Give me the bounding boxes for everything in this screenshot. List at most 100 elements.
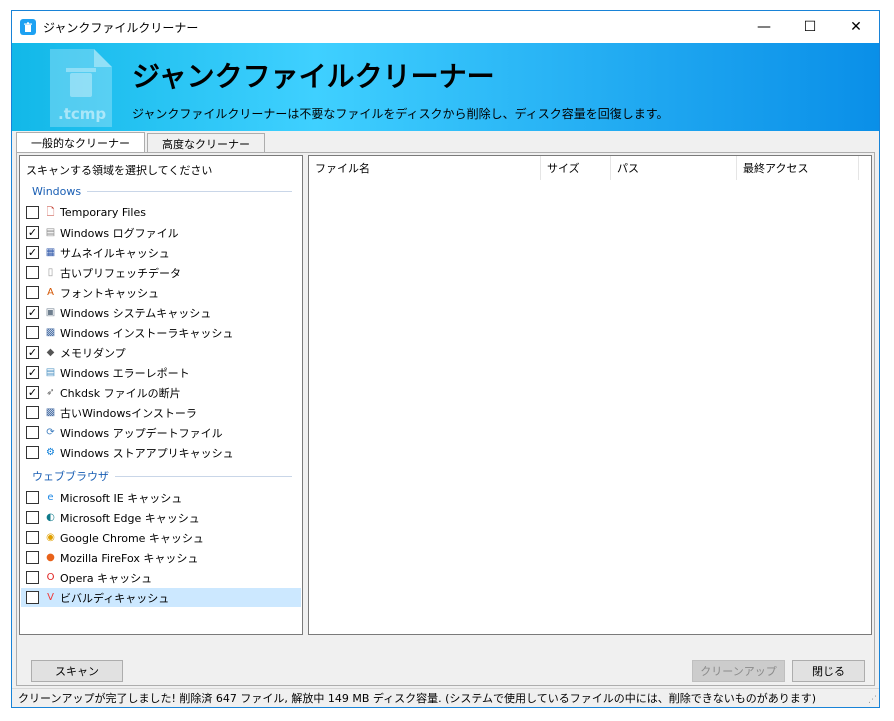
checkbox[interactable] xyxy=(26,266,39,279)
tab-general-cleaner[interactable]: 一般的なクリーナー xyxy=(16,132,145,153)
status-bar: クリーンアップが完了しました! 削除済 647 ファイル, 解放中 149 MB… xyxy=(12,688,879,707)
scan-item[interactable]: O Opera キャッシュ xyxy=(21,568,301,587)
checkbox[interactable] xyxy=(26,406,39,419)
scan-item-label: メモリダンプ xyxy=(60,346,126,360)
scan-item-label: Microsoft IE キャッシュ xyxy=(60,491,183,505)
scan-item[interactable]: ✓ ▤ Windows エラーレポート xyxy=(21,363,301,382)
checkbox[interactable]: ✓ xyxy=(26,246,39,259)
checkbox[interactable] xyxy=(26,591,39,604)
checkbox[interactable] xyxy=(26,426,39,439)
scan-item[interactable]: ⟳ Windows アップデートファイル xyxy=(21,423,301,442)
close-button[interactable]: 閉じる xyxy=(792,660,865,682)
scan-item-label: Windows システムキャッシュ xyxy=(60,306,212,320)
checkbox[interactable]: ✓ xyxy=(26,306,39,319)
scan-item-label: フォントキャッシュ xyxy=(60,286,159,300)
scan-item[interactable]: ✓ ▦ サムネイルキャッシュ xyxy=(21,243,301,262)
checkbox[interactable]: ✓ xyxy=(26,366,39,379)
status-text: クリーンアップが完了しました! 削除済 647 ファイル, 解放中 149 MB… xyxy=(18,692,817,705)
scan-item[interactable]: A フォントキャッシュ xyxy=(21,283,301,302)
checkbox[interactable] xyxy=(26,571,39,584)
store-icon: ⚙ xyxy=(46,446,55,458)
update-icon: ⟳ xyxy=(46,426,55,438)
opera-icon: O xyxy=(46,571,55,583)
ie-icon: e xyxy=(47,491,54,503)
title-bar: ジャンクファイルクリーナー — ☐ ✕ xyxy=(12,11,879,43)
scan-item-label: Windows エラーレポート xyxy=(60,366,190,380)
scan-item[interactable]: 🗋 Temporary Files xyxy=(21,203,301,222)
resize-grip-icon[interactable]: ⋰ xyxy=(868,695,877,705)
font-icon: A xyxy=(47,286,54,298)
group-label-0: Windows xyxy=(32,184,292,198)
group-label-1: ウェブブラウザ xyxy=(32,469,292,483)
checkbox[interactable] xyxy=(26,491,39,504)
scan-item[interactable]: ▯ 古いプリフェッチデータ xyxy=(21,263,301,282)
old-installer-icon: ▩ xyxy=(45,406,56,418)
scan-item[interactable]: ✓ ➶ Chkdsk ファイルの断片 xyxy=(21,383,301,402)
scan-item[interactable]: ⚙ Windows ストアアプリキャッシュ xyxy=(21,443,301,462)
banner-description: ジャンクファイルクリーナーは不要なファイルをディスクから削除し、ディスク容量を回… xyxy=(132,107,669,121)
checkbox[interactable] xyxy=(26,511,39,524)
tcmp-label: .tcmp xyxy=(58,105,107,123)
group-divider xyxy=(87,190,292,192)
firefox-icon: ● xyxy=(46,551,55,563)
window-title: ジャンクファイルクリーナー xyxy=(43,20,199,35)
close-window-button[interactable]: ✕ xyxy=(833,11,879,43)
scan-item[interactable]: ▩ 古いWindowsインストーラ xyxy=(21,403,301,422)
scan-item-label: 古いプリフェッチデータ xyxy=(60,266,181,280)
scan-item-label: Windows アップデートファイル xyxy=(60,426,223,440)
checkbox[interactable] xyxy=(26,206,39,219)
error-report-icon: ▤ xyxy=(45,366,56,378)
scan-item[interactable]: ◉ Google Chrome キャッシュ xyxy=(21,528,301,547)
scan-item[interactable]: ✓ ◆ メモリダンプ xyxy=(21,343,301,362)
scan-button[interactable]: スキャン xyxy=(31,660,123,682)
scan-item-label: 古いWindowsインストーラ xyxy=(60,406,197,420)
group-label-text: ウェブブラウザ xyxy=(32,470,109,483)
scan-item[interactable]: ● Mozilla FireFox キャッシュ xyxy=(21,548,301,567)
system-cache-icon: ▣ xyxy=(45,306,56,318)
tab-panel: スキャンする領域を選択してください Windows 🗋 Temporary File… xyxy=(16,152,875,686)
checkbox[interactable] xyxy=(26,326,39,339)
log-file-icon: ▤ xyxy=(45,226,56,238)
group-label-text: Windows xyxy=(32,184,82,198)
checkbox[interactable] xyxy=(26,531,39,544)
column-header-path[interactable]: パス xyxy=(611,156,737,180)
scan-item-label: Google Chrome キャッシュ xyxy=(60,531,204,545)
scan-item-label: ビバルディキャッシュ xyxy=(60,591,170,605)
scan-area-list[interactable]: スキャンする領域を選択してください Windows 🗋 Temporary File… xyxy=(19,155,303,635)
scan-item[interactable]: ✓ ▤ Windows ログファイル xyxy=(21,223,301,242)
scan-area-heading: スキャンする領域を選択してください xyxy=(26,164,213,177)
chrome-icon: ◉ xyxy=(46,531,55,543)
tab-strip: 一般的なクリーナー 高度なクリーナー xyxy=(16,132,267,153)
maximize-button[interactable]: ☐ xyxy=(787,11,833,43)
memory-dump-icon: ◆ xyxy=(46,346,55,358)
header-banner: .tcmp ジャンクファイルクリーナー ジャンクファイルクリーナーは不要なファイ… xyxy=(12,43,879,131)
checkbox[interactable]: ✓ xyxy=(26,226,39,239)
scan-item[interactable]: ◐ Microsoft Edge キャッシュ xyxy=(21,508,301,527)
installer-icon: ▩ xyxy=(45,326,56,338)
scan-item[interactable]: ▩ Windows インストーラキャッシュ xyxy=(21,323,301,342)
checkbox[interactable]: ✓ xyxy=(26,386,39,399)
scan-item-label: サムネイルキャッシュ xyxy=(60,246,170,260)
checkbox[interactable] xyxy=(26,446,39,459)
junk-file-graphic: .tcmp xyxy=(48,47,114,129)
column-header-last-access[interactable]: 最終アクセス xyxy=(737,156,859,180)
group-divider xyxy=(115,475,292,477)
banner-title: ジャンクファイルクリーナー xyxy=(132,60,495,93)
column-header-filename[interactable]: ファイル名 xyxy=(309,156,541,180)
checkbox[interactable] xyxy=(26,286,39,299)
cleanup-button[interactable]: クリーンアップ xyxy=(692,660,785,682)
minimize-button[interactable]: — xyxy=(741,11,787,43)
scan-item[interactable]: e Microsoft IE キャッシュ xyxy=(21,488,301,507)
checkbox[interactable]: ✓ xyxy=(26,346,39,359)
tab-advanced-cleaner[interactable]: 高度なクリーナー xyxy=(147,133,265,153)
checkbox[interactable] xyxy=(26,551,39,564)
app-window: ジャンクファイルクリーナー — ☐ ✕ .tcmp ジャンクファイルクリーナー … xyxy=(11,10,880,708)
scan-item-label: Mozilla FireFox キャッシュ xyxy=(60,551,199,565)
column-header-size[interactable]: サイズ xyxy=(541,156,611,180)
scan-item-label: Opera キャッシュ xyxy=(60,571,153,585)
scan-item[interactable]: V ビバルディキャッシュ xyxy=(21,588,301,607)
file-list[interactable]: ファイル名 サイズ パス 最終アクセス xyxy=(308,155,872,635)
vivaldi-icon: V xyxy=(47,591,54,603)
scan-item-label: Windows ログファイル xyxy=(60,226,179,240)
scan-item[interactable]: ✓ ▣ Windows システムキャッシュ xyxy=(21,303,301,322)
